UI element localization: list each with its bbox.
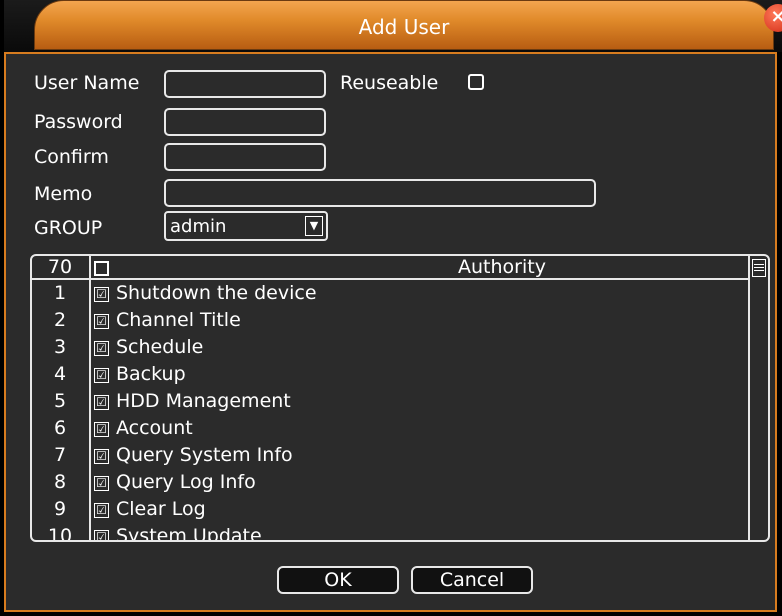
memo-input[interactable] (164, 179, 596, 207)
row-label: Shutdown the device (116, 282, 317, 304)
table-scrollbar[interactable] (748, 256, 768, 540)
row-number: 5 (53, 390, 67, 412)
row-label: System Update (116, 525, 262, 542)
row-checkbox[interactable]: ☑ (94, 422, 109, 437)
user-name-label: User Name (34, 72, 140, 94)
authority-table: 70 Authority 1 ☑ Shutdown the device 2 ☑… (30, 254, 770, 542)
row-label: Query Log Info (116, 471, 256, 493)
row-label: Channel Title (116, 309, 241, 331)
row-checkbox[interactable]: ☑ (94, 530, 109, 540)
row-number: 10 (47, 525, 73, 542)
table-row[interactable]: 5 ☑ HDD Management (32, 390, 752, 416)
row-checkbox[interactable]: ☑ (94, 314, 109, 329)
title-tab: Add User (34, 0, 774, 50)
memo-label: Memo (34, 183, 93, 205)
row-checkbox[interactable]: ☑ (94, 503, 109, 518)
group-label: GROUP (34, 217, 103, 239)
row-number: 6 (53, 417, 67, 439)
password-label: Password (34, 111, 123, 133)
table-row[interactable]: 7 ☑ Query System Info (32, 444, 752, 470)
table-row[interactable]: 3 ☑ Schedule (32, 336, 752, 362)
table-header: 70 Authority (32, 256, 752, 282)
row-checkbox[interactable]: ☑ (94, 476, 109, 491)
table-row[interactable]: 8 ☑ Query Log Info (32, 471, 752, 497)
reuseable-label: Reuseable (340, 72, 439, 94)
row-label: Schedule (116, 336, 204, 358)
password-input[interactable] (164, 108, 326, 136)
authority-header: Authority (458, 256, 546, 278)
row-label: Clear Log (116, 498, 206, 520)
row-checkbox[interactable]: ☑ (94, 341, 109, 356)
window-title: Add User (358, 15, 450, 39)
cancel-button[interactable]: Cancel (411, 566, 533, 594)
row-number: 2 (53, 309, 67, 331)
title-bar: Add User (4, 0, 782, 52)
row-checkbox[interactable]: ☑ (94, 395, 109, 410)
row-label: Query System Info (116, 444, 293, 466)
confirm-input[interactable] (164, 143, 326, 171)
row-label: HDD Management (116, 390, 291, 412)
row-checkbox[interactable]: ☑ (94, 449, 109, 464)
scrollbar-thumb[interactable] (752, 259, 766, 277)
group-select-value: admin (170, 216, 227, 237)
ok-button[interactable]: OK (277, 566, 399, 594)
row-number: 4 (53, 363, 67, 385)
table-row[interactable]: 10 ☑ System Update (32, 525, 752, 542)
table-row[interactable]: 9 ☑ Clear Log (32, 498, 752, 524)
row-checkbox[interactable]: ☑ (94, 368, 109, 383)
reuseable-checkbox[interactable] (468, 74, 484, 90)
row-number: 9 (53, 498, 67, 520)
table-row[interactable]: 2 ☑ Channel Title (32, 309, 752, 335)
chevron-down-icon[interactable]: ▼ (305, 216, 323, 236)
user-name-input[interactable] (164, 70, 326, 98)
row-number: 3 (53, 336, 67, 358)
row-checkbox[interactable]: ☑ (94, 287, 109, 302)
row-number: 7 (53, 444, 67, 466)
table-row[interactable]: 6 ☑ Account (32, 417, 752, 443)
row-label: Backup (116, 363, 186, 385)
row-number: 8 (53, 471, 67, 493)
confirm-label: Confirm (34, 146, 109, 168)
table-row[interactable]: 1 ☑ Shutdown the device (32, 282, 752, 308)
row-number: 1 (53, 282, 67, 304)
group-select[interactable]: admin ▼ (164, 211, 328, 241)
table-row[interactable]: 4 ☑ Backup (32, 363, 752, 389)
row-label: Account (116, 417, 193, 439)
